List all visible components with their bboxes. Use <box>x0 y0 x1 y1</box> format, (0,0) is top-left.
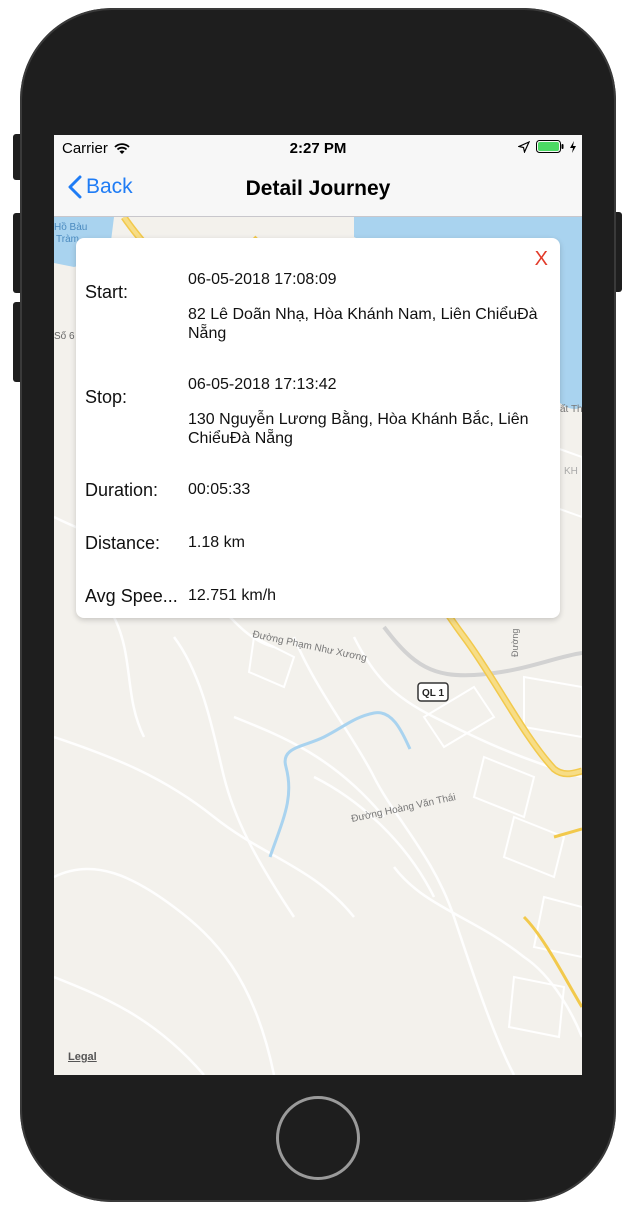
map-label-right-kh: KH <box>564 466 578 477</box>
start-address: 82 Lê Doãn Nhạ, Hòa Khánh Nam, Liên Chiể… <box>188 306 538 342</box>
map-label-so6: Số 6 <box>54 330 75 342</box>
distance-value: 1.18 km <box>188 534 245 551</box>
avg-speed-label: Avg Spee... <box>85 586 178 606</box>
status-bar: Carrier 2:27 PM <box>54 135 582 163</box>
legal-link[interactable]: Legal <box>68 1051 97 1063</box>
navigation-bar: Back Detail Journey <box>54 163 582 217</box>
stop-time: 06-05-2018 17:13:42 <box>188 376 337 393</box>
distance-label: Distance: <box>85 533 161 553</box>
start-label: Start: <box>85 282 129 302</box>
screen: QL 1 Hồ Bàu Tràm Số 6 Đường Phạm Như Xươ… <box>54 135 582 1075</box>
stop-address: 130 Nguyễn Lương Bằng, Hòa Khánh Bắc, Li… <box>188 411 529 447</box>
road-shield-label: QL 1 <box>422 688 444 699</box>
status-right-group <box>518 140 576 153</box>
page-title: Detail Journey <box>245 177 391 200</box>
charging-bolt-icon <box>570 140 576 153</box>
start-time: 06-05-2018 17:08:09 <box>188 271 337 288</box>
map-label-right-t: ất Th <box>560 403 582 415</box>
duration-label: Duration: <box>85 480 159 500</box>
stop-label: Stop: <box>85 387 128 407</box>
close-button[interactable]: X <box>535 248 548 271</box>
duration-value: 00:05:33 <box>188 481 251 498</box>
status-time: 2:27 PM <box>289 140 347 157</box>
battery-icon <box>536 140 564 153</box>
avg-speed-value: 12.751 km/h <box>188 587 277 604</box>
location-arrow-icon <box>518 140 530 153</box>
journey-detail-card: X Start: 06-05-2018 17:08:09 82 Lê Doãn … <box>76 238 560 618</box>
map-label-duong-right: Đường <box>510 629 520 657</box>
map-label-lake: Hồ Bàu <box>54 221 87 233</box>
home-button[interactable] <box>276 1096 360 1180</box>
